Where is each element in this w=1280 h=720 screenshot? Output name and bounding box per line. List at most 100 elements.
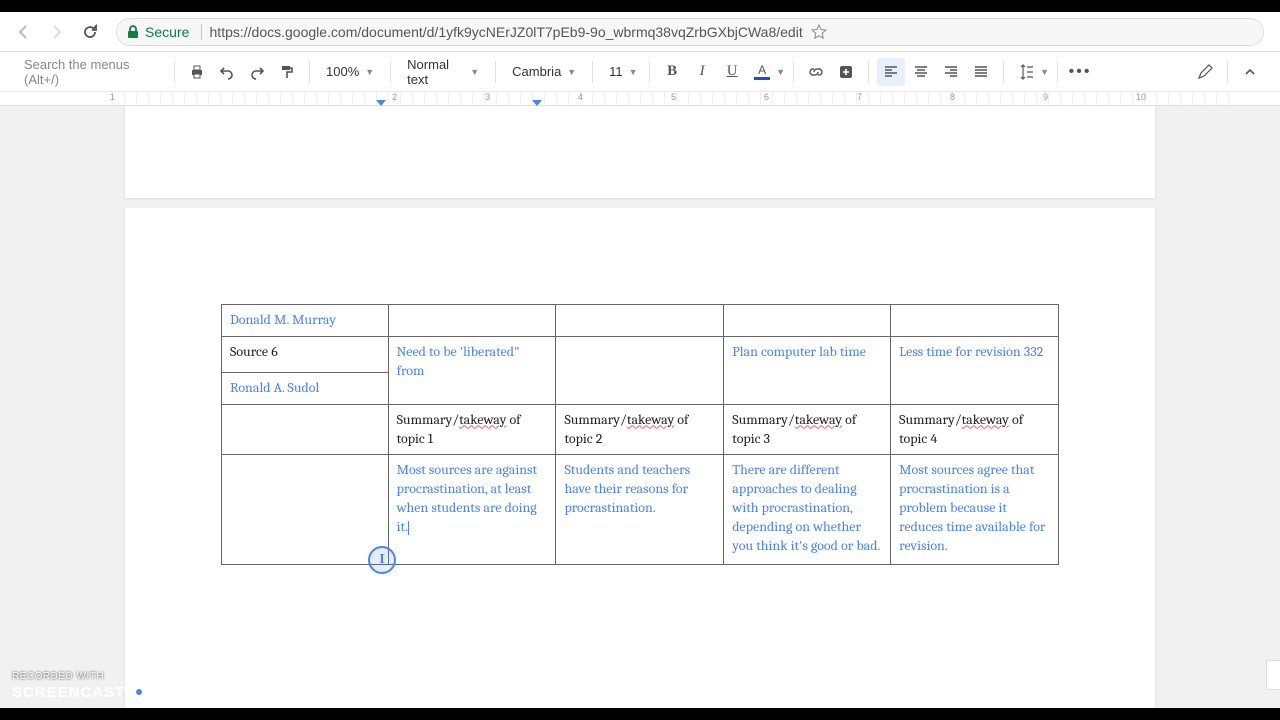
cell-summary-header[interactable]: Summary/takeway of topic 1 <box>388 404 556 455</box>
italic-button[interactable]: I <box>688 58 716 86</box>
summary-text: Most sources are against procrastination… <box>397 461 537 535</box>
ruler-num: 2 <box>392 92 397 102</box>
top-letterbox <box>0 0 1280 12</box>
document-page[interactable]: Donald M. Murray Source 6 Ronald A. Sudo… <box>125 208 1155 708</box>
table-row[interactable]: Donald M. Murray <box>222 305 1059 337</box>
cell-author[interactable]: Donald M. Murray <box>222 305 389 337</box>
ruler-num: 8 <box>950 92 955 102</box>
align-right-button[interactable] <box>937 58 965 86</box>
cell-empty[interactable] <box>891 305 1059 337</box>
cell-empty[interactable] <box>222 455 389 565</box>
chevron-down-icon[interactable]: ▼ <box>776 67 785 77</box>
line-spacing-button[interactable] <box>1012 58 1040 86</box>
editing-mode-button[interactable] <box>1191 58 1219 86</box>
align-left-button[interactable] <box>877 58 905 86</box>
cell-empty[interactable] <box>556 336 724 404</box>
cell-summary-active[interactable]: Most sources are against procrastination… <box>388 455 556 565</box>
lock-icon <box>127 25 139 39</box>
chevron-down-icon: ▼ <box>365 67 374 77</box>
cell[interactable]: Less time for revision 332 <box>891 336 1059 404</box>
screencast-watermark: RECORDED WITH SCREENCASTMATIC <box>12 671 205 702</box>
toolbar-sep <box>390 61 391 83</box>
text-cursor <box>408 521 409 535</box>
horizontal-ruler[interactable]: 1 2 3 4 5 6 7 8 9 10 <box>0 92 1280 106</box>
table-row[interactable]: Most sources are against procrastination… <box>222 455 1059 565</box>
docs-toolbar: Search the menus (Alt+/) 100% ▼ Normal te… <box>0 52 1280 92</box>
source-label: Source 6 <box>222 337 388 373</box>
back-button[interactable] <box>12 20 36 44</box>
insert-link-button[interactable] <box>802 58 830 86</box>
cell-empty[interactable] <box>222 404 389 455</box>
side-widget <box>1266 660 1280 690</box>
align-justify-button[interactable] <box>967 58 995 86</box>
paragraph-style-select[interactable]: Normal text ▼ <box>399 59 487 85</box>
cell-summary-header[interactable]: Summary/takeway of topic 2 <box>556 404 724 455</box>
cell-summary[interactable]: Students and teachers have their reasons… <box>556 455 724 565</box>
bookmark-star-icon[interactable] <box>811 24 831 40</box>
print-button[interactable] <box>183 58 211 86</box>
bold-button[interactable]: B <box>658 58 686 86</box>
bottom-letterbox <box>0 708 1280 720</box>
more-button[interactable]: ••• <box>1066 58 1094 86</box>
toolbar-sep <box>649 61 650 83</box>
toolbar-sep <box>1057 61 1058 83</box>
underline-button[interactable]: U <box>718 58 746 86</box>
font-select[interactable]: Cambria ▼ <box>504 59 584 85</box>
document-workspace[interactable]: Donald M. Murray Source 6 Ronald A. Sudo… <box>0 106 1280 720</box>
ruler-num: 10 <box>1136 92 1146 102</box>
style-value: Normal text <box>407 57 464 87</box>
menu-search[interactable]: Search the menus (Alt+/) <box>16 57 166 87</box>
cell-summary-header[interactable]: Summary/takeway of topic 4 <box>891 404 1059 455</box>
cell[interactable]: Plan computer lab time <box>724 336 891 404</box>
toolbar-sep <box>495 61 496 83</box>
chevron-down-icon: ▼ <box>567 67 576 77</box>
chevron-down-icon: ▼ <box>470 67 479 77</box>
chevron-down-icon: ▼ <box>629 67 638 77</box>
toolbar-sep <box>592 61 593 83</box>
paint-format-button[interactable] <box>273 58 301 86</box>
redo-button[interactable] <box>243 58 271 86</box>
zoom-value: 100% <box>326 64 359 79</box>
secure-label: Secure <box>145 24 189 40</box>
content-table[interactable]: Donald M. Murray Source 6 Ronald A. Sudo… <box>221 304 1059 565</box>
cell-source[interactable]: Source 6 Ronald A. Sudol <box>222 336 389 404</box>
ruler-num: 6 <box>764 92 769 102</box>
font-value: Cambria <box>512 64 561 79</box>
text-color-button[interactable]: A <box>748 58 776 86</box>
recording-cursor-indicator: I <box>368 546 396 574</box>
forward-button[interactable] <box>44 20 68 44</box>
table-row[interactable]: Source 6 Ronald A. Sudol Need to be 'lib… <box>222 336 1059 404</box>
watermark-line1: RECORDED WITH <box>12 671 205 682</box>
toolbar-sep <box>309 61 310 83</box>
browser-chrome-bar: Secure | https://docs.google.com/documen… <box>0 12 1280 52</box>
toolbar-sep <box>1003 61 1004 83</box>
cell-summary-header[interactable]: Summary/takeway of topic 3 <box>724 404 891 455</box>
reload-button[interactable] <box>78 20 102 44</box>
address-bar[interactable]: Secure | https://docs.google.com/documen… <box>116 18 1264 46</box>
cell-empty[interactable] <box>556 305 724 337</box>
chevron-down-icon[interactable]: ▼ <box>1040 67 1049 77</box>
watermark-o-icon <box>129 682 149 702</box>
toolbar-sep <box>868 61 869 83</box>
zoom-select[interactable]: 100% ▼ <box>318 59 382 85</box>
cell-summary[interactable]: There are different approaches to dealin… <box>724 455 891 565</box>
cell-empty[interactable] <box>724 305 891 337</box>
toolbar-sep <box>1227 61 1228 83</box>
table-row[interactable]: Summary/takeway of topic 1 Summary/takew… <box>222 404 1059 455</box>
addr-divider: | <box>199 23 203 41</box>
undo-button[interactable] <box>213 58 241 86</box>
toolbar-sep <box>174 61 175 83</box>
add-comment-button[interactable] <box>832 58 860 86</box>
url-text: https://docs.google.com/document/d/1yfk9… <box>210 24 803 40</box>
toolbar-sep <box>793 61 794 83</box>
cell-empty[interactable] <box>388 305 556 337</box>
hide-menus-button[interactable] <box>1236 58 1264 86</box>
watermark-line2: SCREENCASTMATIC <box>12 682 205 702</box>
ruler-num: 1 <box>110 92 115 102</box>
cell-summary[interactable]: Most sources agree that procrastination … <box>891 455 1059 565</box>
font-size-select[interactable]: 11▼ <box>601 59 641 85</box>
cell[interactable]: Need to be 'liberated" from <box>388 336 556 404</box>
ruler-num: 7 <box>857 92 862 102</box>
align-center-button[interactable] <box>907 58 935 86</box>
page-prev-bottom <box>125 106 1155 198</box>
